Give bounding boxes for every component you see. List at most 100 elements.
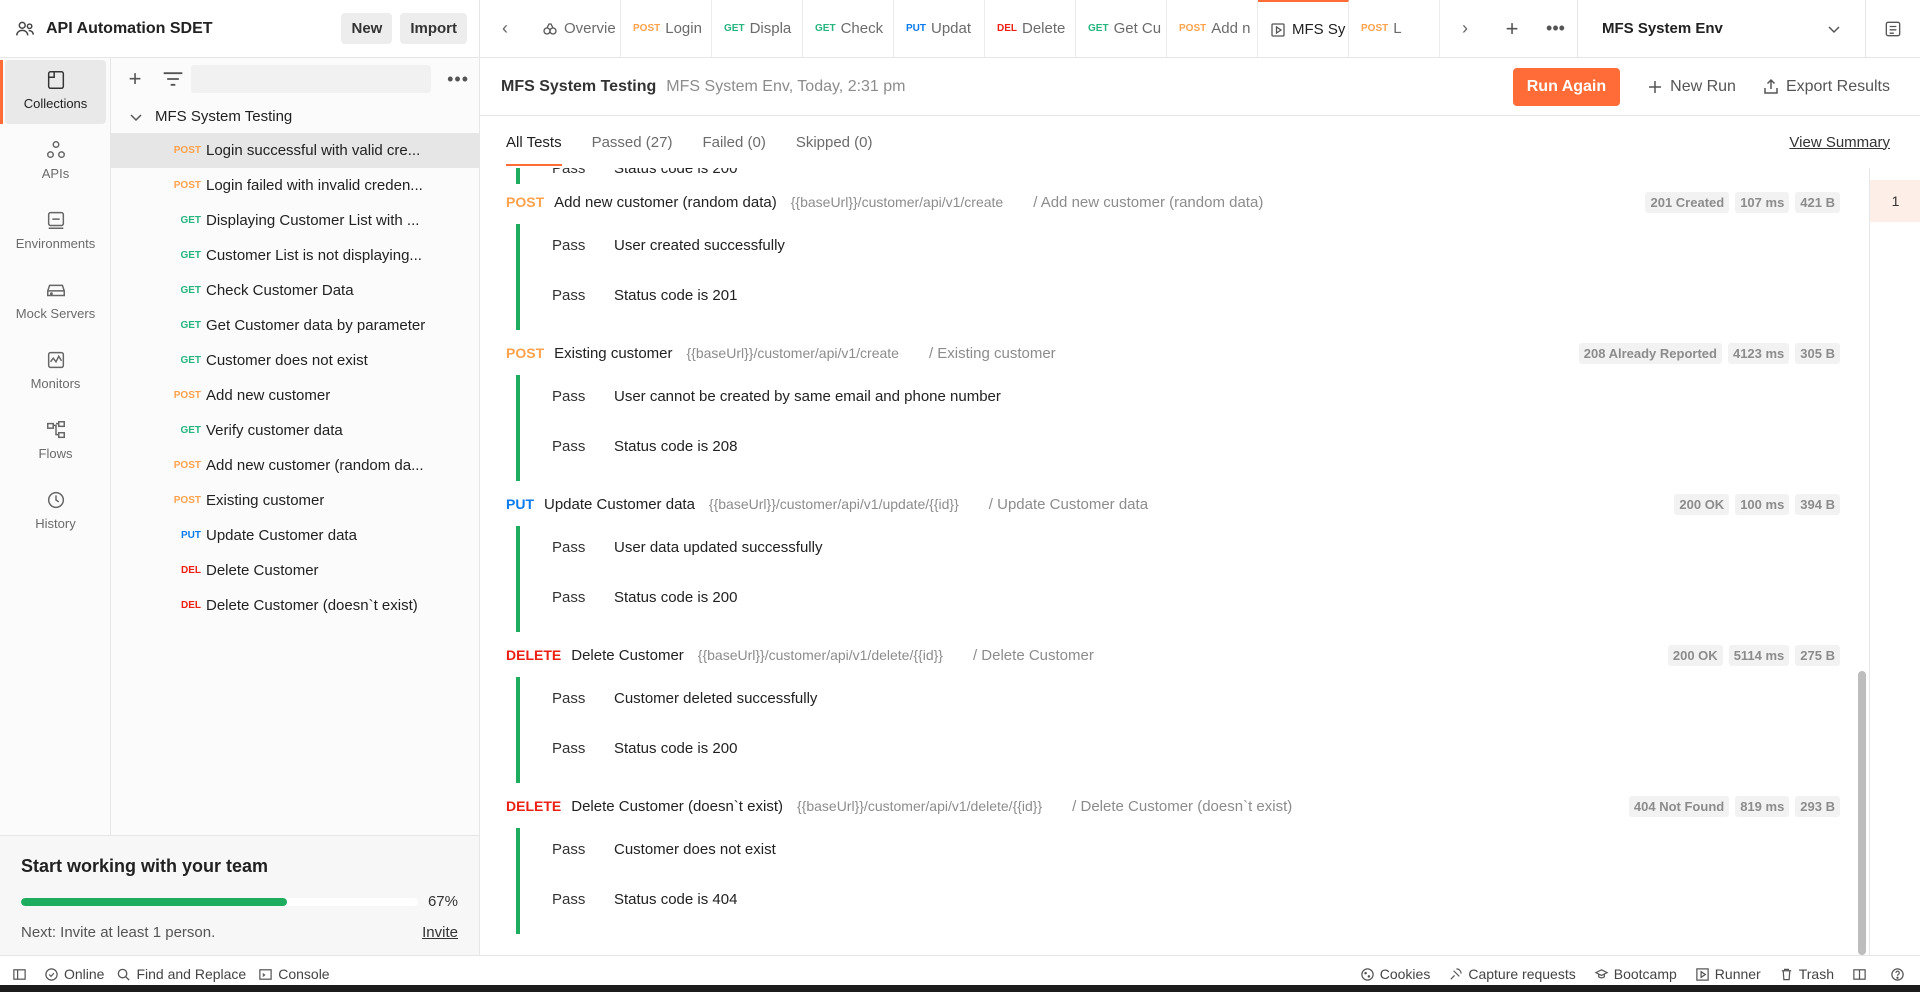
tree-request-item[interactable]: GET Displaying Customer List with ... [111, 203, 479, 238]
rail-item-mock-servers[interactable]: Mock Servers [5, 270, 106, 334]
find-replace-label: Find and Replace [136, 966, 247, 982]
status-code-badge: 404 Not Found [1628, 795, 1730, 817]
tree-request-item[interactable]: POST Existing customer [111, 483, 479, 518]
results-scrollbar[interactable] [1856, 168, 1868, 955]
collection-tree-panel: + ••• MFS System Testing POST Login succe… [111, 58, 480, 835]
tab-options-icon[interactable]: ••• [1534, 0, 1578, 57]
tree-request-item[interactable]: POST Add new customer (random da... [111, 448, 479, 483]
tree-request-item[interactable]: GET Customer does not exist [111, 343, 479, 378]
rail-item-apis[interactable]: APIs [5, 130, 106, 194]
request-result-row[interactable]: POST Add new customer (random data) {{base… [506, 184, 1840, 220]
capture-requests-button[interactable]: Capture requests [1448, 966, 1576, 982]
export-results-label: Export Results [1785, 77, 1890, 95]
tree-request-item[interactable]: GET Check Customer Data [111, 273, 479, 308]
tab-request[interactable]: POST Add n [1167, 0, 1258, 57]
request-result-row[interactable]: PUT Update Customer data {{baseUrl}}/custo… [506, 486, 1840, 522]
collection-root[interactable]: MFS System Testing [111, 100, 479, 133]
tab-runner-active[interactable]: MFS Sy [1258, 0, 1349, 57]
environment-quick-look-icon[interactable] [1866, 0, 1920, 57]
method-badge: DEL [181, 600, 201, 611]
find-replace-button[interactable]: Find and Replace [116, 966, 246, 982]
tab-passed[interactable]: Passed (27) [592, 116, 673, 168]
rail-label: History [35, 516, 76, 531]
tab-skipped[interactable]: Skipped (0) [796, 116, 873, 168]
test-name: Customer does not exist [614, 840, 776, 858]
request-name: Login failed with invalid creden... [206, 177, 423, 194]
new-run-button[interactable]: New Run [1646, 78, 1736, 96]
tree-request-item[interactable]: GET Customer List is not displaying... [111, 238, 479, 273]
trash-label: Trash [1798, 966, 1834, 982]
tree-request-item[interactable]: DEL Delete Customer (doesn`t exist) [111, 588, 479, 623]
status-code-badge: 200 OK [1667, 644, 1723, 666]
tab-label: Overvie [564, 20, 616, 37]
scrollbar-thumb[interactable] [1858, 671, 1866, 955]
tree-search-input[interactable] [191, 65, 431, 93]
request-result-row[interactable]: DELETE Delete Customer {{baseUrl}}/custome… [506, 637, 1840, 673]
test-row: Pass User cannot be created by same email… [552, 378, 1001, 414]
mock-servers-icon [46, 284, 65, 297]
toggle-sidebar-icon[interactable] [12, 967, 32, 982]
request-name: Existing customer [554, 344, 673, 362]
tab-failed[interactable]: Failed (0) [702, 116, 765, 168]
filter-icon[interactable] [159, 65, 187, 93]
export-results-button[interactable]: Export Results [1762, 78, 1890, 96]
request-name: Update Customer data [206, 527, 357, 544]
request-name: Delete Customer [571, 646, 684, 664]
tab-request[interactable]: Overvie [530, 0, 621, 57]
view-summary-link[interactable]: View Summary [1789, 134, 1890, 151]
test-row: Pass User data updated successfully [552, 529, 822, 565]
response-stats: 208 Already Reported 4123 ms 305 B [1573, 342, 1840, 364]
tab-request[interactable]: DEL Delete [985, 0, 1076, 57]
tab-request[interactable]: GET Get Cu [1076, 0, 1167, 57]
request-result-row[interactable]: POST Existing customer {{baseUrl}}/custome… [506, 335, 1840, 371]
add-collection-icon[interactable]: + [121, 66, 149, 92]
rail-item-environments[interactable]: Environments [5, 200, 106, 264]
import-button[interactable]: Import [400, 13, 467, 44]
tree-request-item[interactable]: GET Get Customer data by parameter [111, 308, 479, 343]
environment-selector[interactable]: MFS System Env [1578, 0, 1866, 57]
tab-request[interactable]: PUT Updat [894, 0, 985, 57]
new-button[interactable]: New [341, 13, 393, 44]
response-size-badge: 421 B [1795, 191, 1840, 213]
iteration-marker[interactable]: 1 [1870, 180, 1920, 222]
tree-request-item[interactable]: POST Login failed with invalid creden... [111, 168, 479, 203]
bootcamp-button[interactable]: Bootcamp [1594, 966, 1677, 982]
tree-request-item[interactable]: DEL Delete Customer [111, 553, 479, 588]
tab-request[interactable]: GET Check [803, 0, 894, 57]
tree-request-item[interactable]: POST Login successful with valid cre... [111, 133, 479, 168]
method-badge: PUT [506, 496, 534, 512]
help-icon[interactable] [1890, 967, 1910, 982]
tree-request-item[interactable]: POST Add new customer [111, 378, 479, 413]
tab-request[interactable]: GET Displa [712, 0, 803, 57]
two-pane-icon[interactable] [1852, 967, 1872, 982]
test-status: Pass [552, 840, 586, 858]
runner-button[interactable]: Runner [1695, 966, 1761, 982]
cookies-button[interactable]: Cookies [1360, 966, 1430, 982]
request-path: / Add new customer (random data) [1033, 193, 1264, 211]
request-result-row[interactable]: DELETE Delete Customer (doesn`t exist) {{b… [506, 788, 1840, 824]
rail-item-history[interactable]: History [5, 480, 106, 544]
tab-all-tests[interactable]: All Tests [506, 116, 562, 168]
run-again-button[interactable]: Run Again [1512, 67, 1621, 106]
test-status: Pass [552, 689, 586, 707]
new-tab-icon[interactable]: + [1490, 0, 1534, 57]
test-status: Pass [552, 890, 586, 908]
tree-request-item[interactable]: GET Verify customer data [111, 413, 479, 448]
request-name: Add new customer (random da... [206, 457, 424, 474]
tab-scroll-left-icon[interactable]: ‹ [480, 0, 530, 57]
response-size-badge: 275 B [1795, 644, 1840, 666]
trash-button[interactable]: Trash [1779, 966, 1834, 982]
invite-link[interactable]: Invite [422, 924, 458, 941]
rail-item-monitors[interactable]: Monitors [5, 340, 106, 404]
console-button[interactable]: Console [258, 966, 330, 982]
more-options-icon[interactable]: ••• [447, 69, 469, 90]
rail-item-flows[interactable]: Flows [5, 410, 106, 474]
tab-request[interactable]: POST L [1349, 0, 1440, 57]
tree-request-item[interactable]: PUT Update Customer data [111, 518, 479, 553]
test-name: Customer deleted successfully [614, 689, 818, 707]
status-code-badge: 200 OK [1674, 493, 1730, 515]
tab-scroll-right-icon[interactable]: › [1440, 0, 1490, 57]
online-status[interactable]: Online [44, 966, 104, 982]
tab-request[interactable]: POST Login [621, 0, 712, 57]
rail-item-collections[interactable]: Collections [0, 60, 106, 124]
